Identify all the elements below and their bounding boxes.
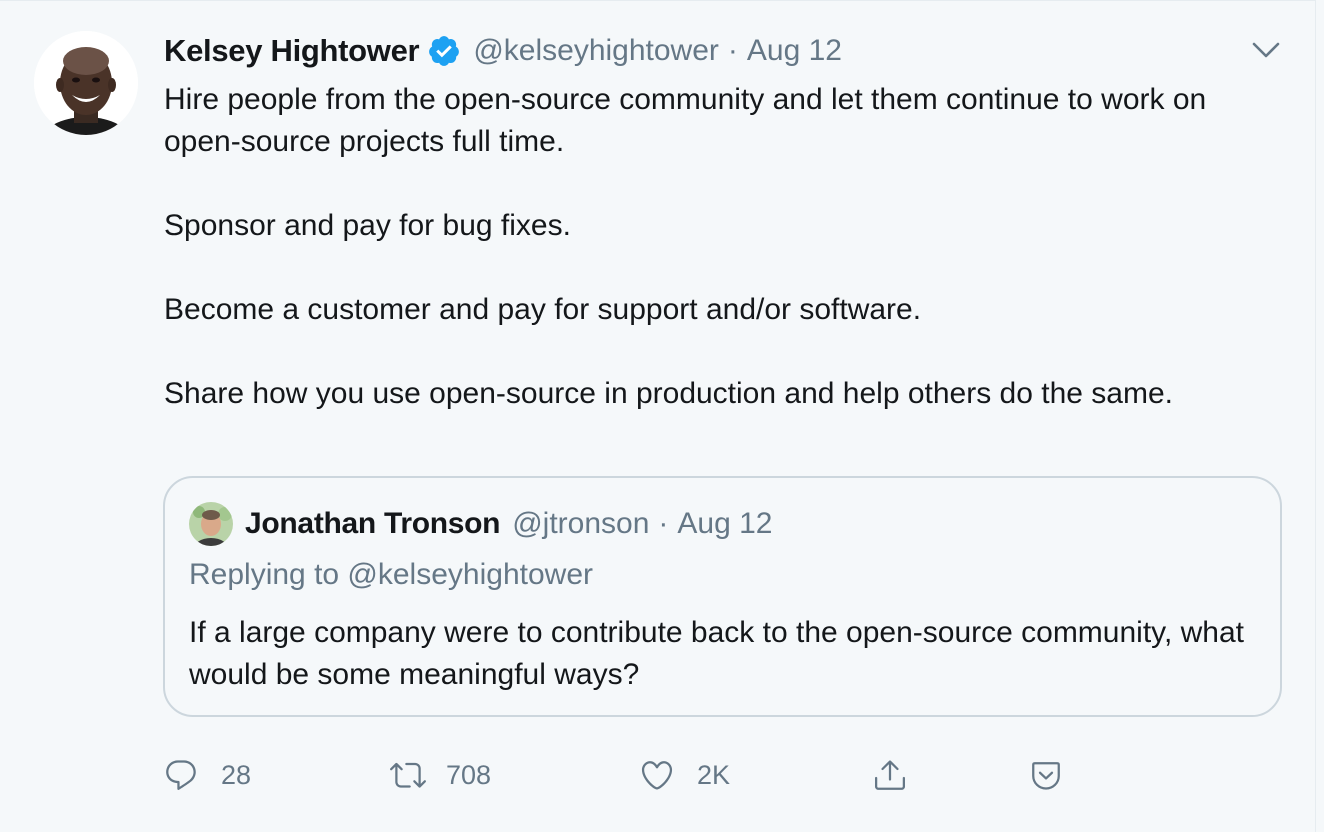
tweet-text: Hire people from the open-source communi… — [164, 79, 1274, 457]
quoted-author-name: Jonathan Tronson — [245, 507, 501, 540]
bookmark-icon — [1028, 757, 1064, 793]
like-button[interactable]: 2K — [639, 751, 730, 799]
separator-dot: · — [727, 34, 738, 67]
quoted-tweet-text: If a large company were to contribute ba… — [189, 616, 1244, 691]
chevron-down-icon[interactable] — [1248, 35, 1284, 65]
author-handle[interactable]: @kelseyhightower — [473, 34, 719, 68]
bookmark-button[interactable] — [1028, 751, 1064, 799]
tweet-paragraph: Hire people from the open-source communi… — [164, 83, 1215, 158]
verified-badge-icon — [427, 34, 461, 68]
like-count: 2K — [697, 759, 731, 790]
tweet-card[interactable]: Kelsey Hightower @kelseyhightower · Aug … — [0, 0, 1316, 832]
tweet-actions: 28 708 2K — [0, 751, 1316, 799]
separator-dot: · — [658, 507, 669, 540]
retweet-icon — [390, 757, 426, 793]
reply-button[interactable]: 28 — [163, 751, 251, 799]
author-avatar[interactable] — [34, 31, 138, 135]
quoted-tweet-date: Aug 12 — [677, 507, 773, 540]
quoted-author-handle: @jtronson — [512, 507, 650, 540]
reply-icon — [163, 757, 199, 793]
retweet-count: 708 — [446, 759, 492, 790]
tweet-header: Kelsey Hightower @kelseyhightower · Aug … — [164, 29, 842, 73]
retweet-button[interactable]: 708 — [390, 751, 491, 799]
tweet-paragraph: Become a customer and pay for support an… — [164, 293, 922, 326]
share-icon — [872, 757, 908, 793]
quoted-author-avatar — [189, 502, 233, 546]
quoted-tweet-header: Jonathan Tronson @jtronson · Aug 12 — [245, 502, 773, 546]
author-name[interactable]: Kelsey Hightower — [164, 33, 420, 69]
heart-icon — [639, 757, 675, 793]
quoted-tweet[interactable]: Jonathan Tronson @jtronson · Aug 12 Repl… — [163, 476, 1282, 717]
tweet-paragraph: Sponsor and pay for bug fixes. — [164, 209, 571, 242]
share-button[interactable] — [872, 751, 908, 799]
tweet-date[interactable]: Aug 12 — [747, 34, 842, 68]
replying-to-text: Replying to @kelseyhightower — [189, 558, 593, 591]
reply-count: 28 — [221, 759, 252, 790]
tweet-paragraph: Share how you use open-source in product… — [164, 377, 1173, 410]
